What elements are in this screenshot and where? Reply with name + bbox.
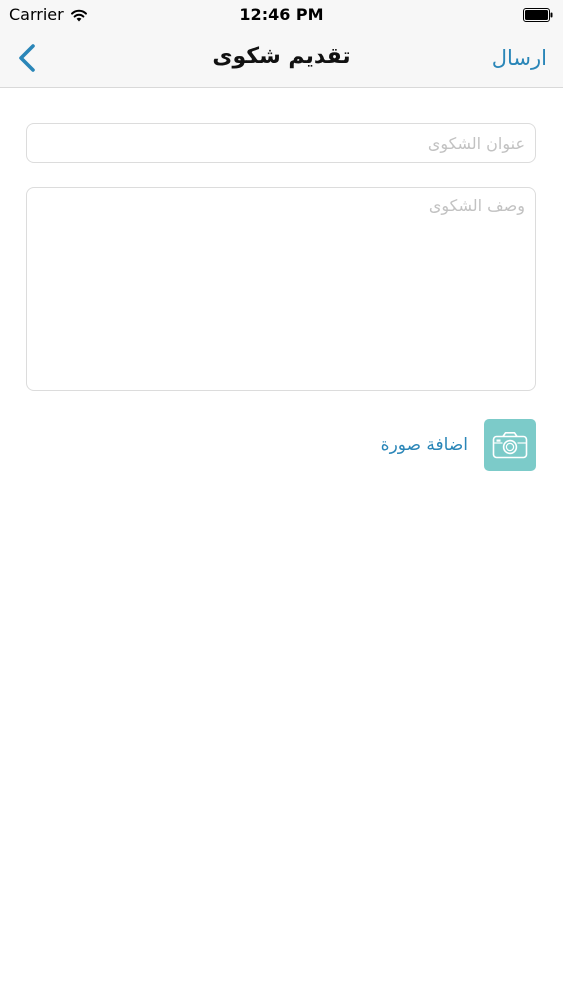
complaint-description-field-container <box>26 187 536 391</box>
clock: 12:46 PM <box>239 5 324 24</box>
complaint-title-input[interactable] <box>27 124 535 162</box>
status-bar: Carrier 12:46 PM <box>0 0 563 30</box>
send-button[interactable]: ارسال <box>492 46 547 70</box>
navigation-bar: تقديم شكوى ارسال <box>0 30 563 88</box>
complaint-title-field-container <box>26 123 536 163</box>
add-photo-label: اضافة صورة <box>380 435 468 455</box>
complaint-description-input[interactable] <box>27 188 535 390</box>
add-photo-button[interactable]: اضافة صورة <box>381 419 536 471</box>
camera-icon <box>492 432 528 459</box>
camera-button[interactable] <box>484 419 536 471</box>
battery-icon <box>523 8 553 22</box>
page-title: تقديم شكوى <box>212 44 351 69</box>
